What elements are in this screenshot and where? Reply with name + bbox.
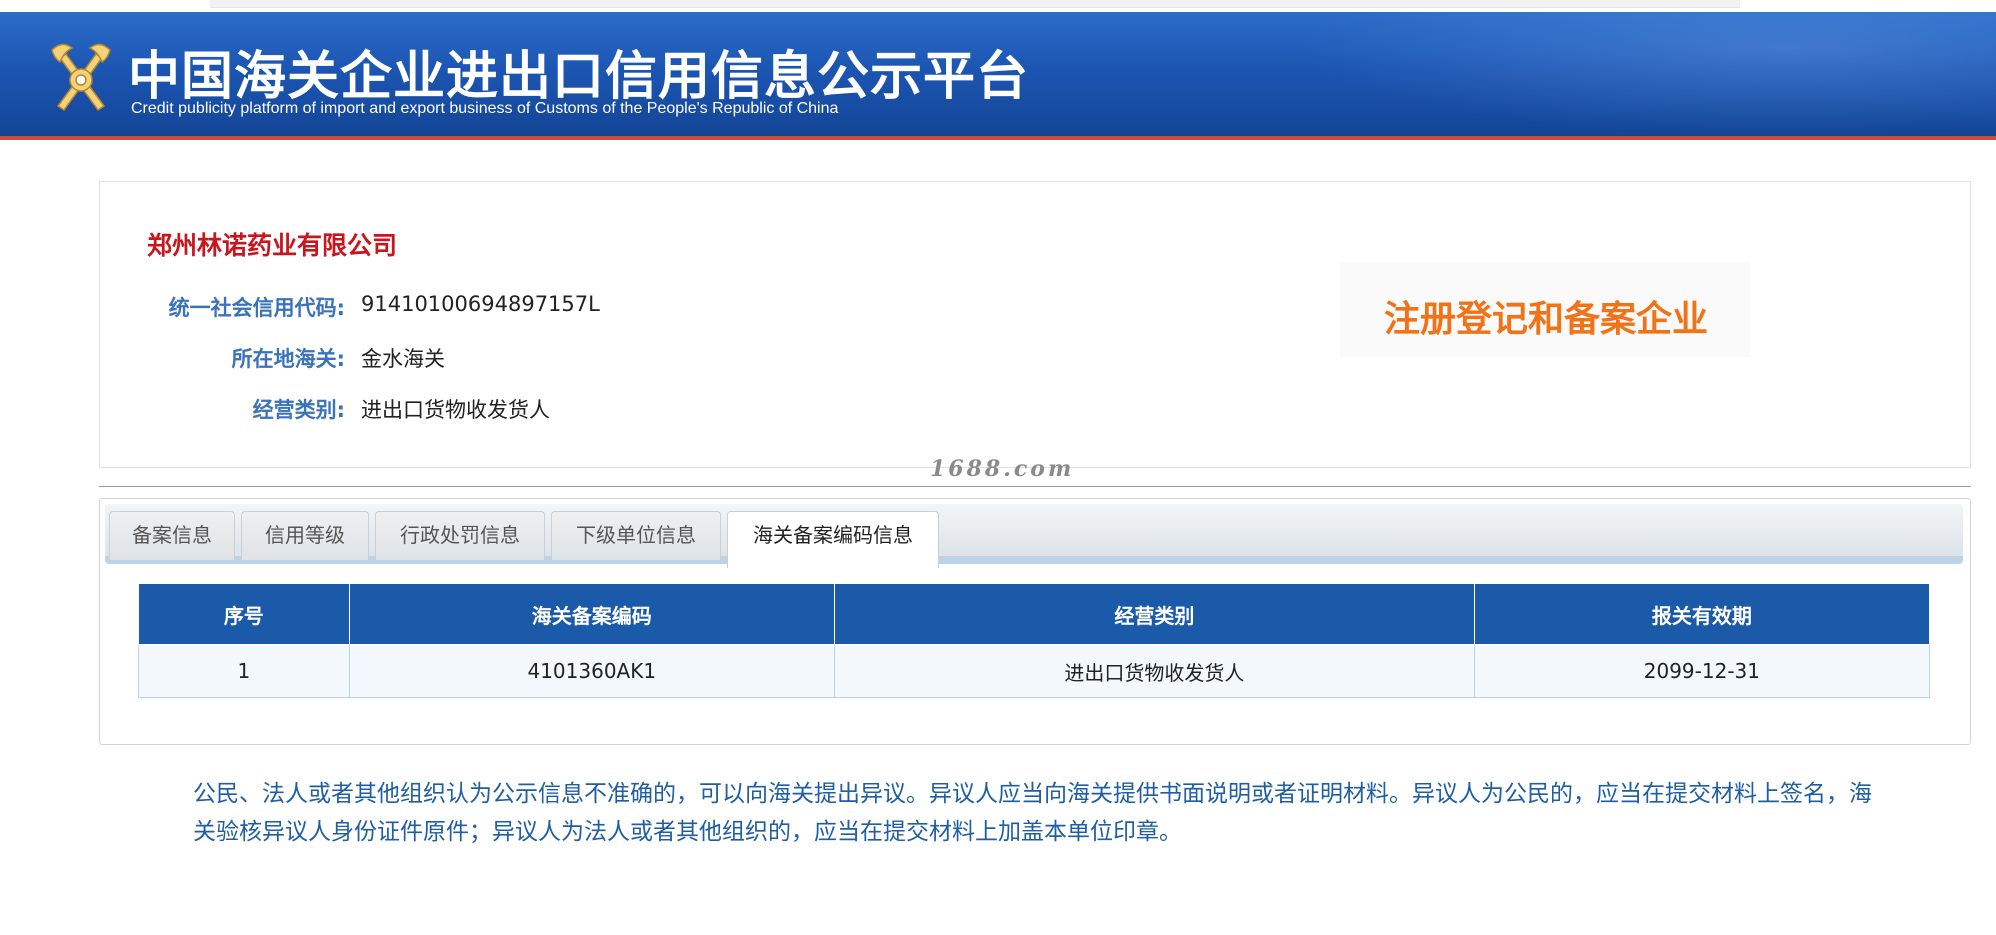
site-subtitle: Credit publicity platform of import and … (131, 100, 839, 117)
table-row: 1 4101360AK1 进出口货物收发货人 2099-12-31 (138, 644, 1931, 698)
cell-validity: 2099-12-31 (1473, 644, 1931, 698)
tab-filing-info[interactable]: 备案信息 (109, 511, 235, 560)
cell-customs-code: 4101360AK1 (348, 644, 835, 698)
company-name: 郑州林诺药业有限公司 (147, 231, 398, 260)
top-strip (0, 0, 1996, 12)
credit-code-row: 统一社会信用代码: 91410100694897157L (100, 292, 700, 322)
credit-code-label: 统一社会信用代码: (168, 296, 345, 320)
business-type-label: 经营类别: (252, 398, 345, 422)
customs-emblem-icon (51, 43, 111, 112)
table-header-row: 序号 海关备案编码 经营类别 报关有效期 (138, 583, 1931, 645)
col-header-index: 序号 (138, 583, 350, 645)
tab-customs-code-info[interactable]: 海关备案编码信息 (727, 511, 939, 568)
col-header-business-type: 经营类别 (833, 583, 1475, 645)
col-header-validity: 报关有效期 (1473, 583, 1931, 645)
header-glow (1296, 12, 1996, 136)
registration-status-stamp: 注册登记和备案企业 (1340, 262, 1750, 357)
site-header: 中国海关企业进出口信用信息公示平台 Credit publicity platf… (0, 12, 1996, 140)
tab-credit-rating[interactable]: 信用等级 (241, 511, 369, 560)
cell-index: 1 (138, 644, 350, 698)
customs-office-row: 所在地海关: 金水海关 (100, 343, 700, 373)
objection-notice: 公民、法人或者其他组织认为公示信息不准确的，可以向海关提出异议。异议人应当向海关… (193, 781, 1872, 845)
customs-office-value: 金水海关 (361, 347, 445, 371)
credit-code-value: 91410100694897157L (361, 292, 600, 316)
cell-business-type: 进出口货物收发货人 (833, 644, 1475, 698)
registration-status-text: 注册登记和备案企业 (1384, 299, 1709, 340)
tab-penalty-info[interactable]: 行政处罚信息 (375, 511, 545, 560)
top-strip-bar (210, 0, 1740, 8)
customs-office-label: 所在地海关: (231, 347, 345, 371)
watermark: 1688.com (930, 456, 1075, 482)
business-type-value: 进出口货物收发货人 (361, 398, 550, 422)
section-divider (99, 486, 1971, 487)
company-info-panel: 郑州林诺药业有限公司 统一社会信用代码: 91410100694897157L … (99, 181, 1971, 468)
site-title: 中国海关企业进出口信用信息公示平台 (128, 47, 1030, 107)
customs-code-table: 序号 海关备案编码 经营类别 报关有效期 1 4101360AK1 进出口货物收… (138, 583, 1931, 698)
col-header-customs-code: 海关备案编码 (348, 583, 835, 645)
business-type-row: 经营类别: 进出口货物收发货人 (100, 394, 700, 424)
tab-bar: 备案信息 信用等级 行政处罚信息 下级单位信息 海关备案编码信息 (105, 504, 1963, 568)
tab-subsidiary-info[interactable]: 下级单位信息 (551, 511, 721, 560)
